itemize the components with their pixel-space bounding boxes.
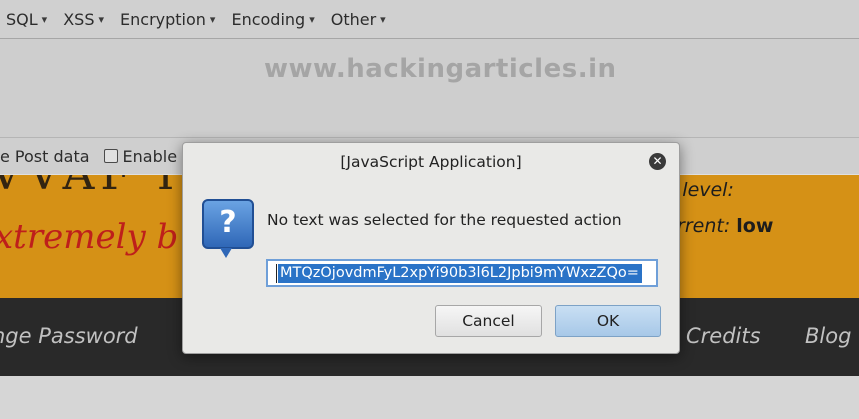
security-current: urrent: low — [665, 215, 773, 237]
question-icon: ? — [202, 199, 254, 258]
dialog-title: [JavaScript Application] — [340, 153, 522, 171]
text-cursor — [276, 264, 277, 283]
nav-blog[interactable]: Blog — [805, 324, 851, 348]
close-icon[interactable]: ✕ — [649, 153, 666, 170]
hackbar-menubar: SQL ▾ XSS ▾ Encryption ▾ Encoding ▾ Othe… — [0, 0, 859, 39]
chevron-down-icon: ▾ — [380, 12, 386, 26]
chevron-down-icon: ▾ — [98, 12, 105, 26]
post-data-option[interactable]: e Post data — [0, 147, 90, 166]
menu-encryption-label: Encryption — [120, 9, 206, 29]
selected-input-text: MTQzOjovdmFyL2xpYi90b3l6L2Jpbi9mYWxzZQo= — [278, 264, 642, 283]
enable-referrer-checkbox[interactable] — [103, 149, 118, 163]
dialog-text-input[interactable]: MTQzOjovdmFyL2xpYi90b3l6L2Jpbi9mYWxzZQo= — [266, 259, 658, 287]
chevron-down-icon: ▾ — [309, 12, 315, 26]
menu-xss-label: XSS — [63, 9, 95, 29]
security-current-value: low — [736, 215, 774, 237]
menu-encryption[interactable]: Encryption ▾ — [120, 10, 215, 29]
dialog-message: No text was selected for the requested a… — [267, 211, 622, 229]
post-data-label: e Post data — [0, 146, 90, 166]
chevron-down-icon: ▾ — [41, 12, 48, 26]
nav-credits[interactable]: Credits — [686, 324, 761, 348]
menu-encoding[interactable]: Encoding ▾ — [231, 10, 314, 29]
cancel-button[interactable]: Cancel — [435, 305, 542, 337]
banner-logo-fragment: VVAF I — [0, 175, 180, 200]
menu-sql-label: SQL — [6, 9, 38, 29]
nav-change-password[interactable]: nge Password — [0, 324, 138, 348]
javascript-dialog: [JavaScript Application] ✕ ? No text was… — [182, 142, 680, 354]
menu-other-label: Other — [330, 9, 377, 29]
ok-button[interactable]: OK — [555, 305, 661, 337]
menu-sql[interactable]: SQL ▾ — [6, 10, 47, 29]
watermark-text: www.hackingarticles.in — [264, 54, 617, 84]
banner-heading-fragment: xtremely b — [0, 217, 179, 257]
menu-other[interactable]: Other ▾ — [331, 10, 386, 29]
menu-encoding-label: Encoding — [231, 9, 306, 29]
menu-xss[interactable]: XSS ▾ — [63, 10, 104, 29]
chevron-down-icon: ▾ — [209, 12, 216, 26]
page-content — [0, 376, 859, 419]
